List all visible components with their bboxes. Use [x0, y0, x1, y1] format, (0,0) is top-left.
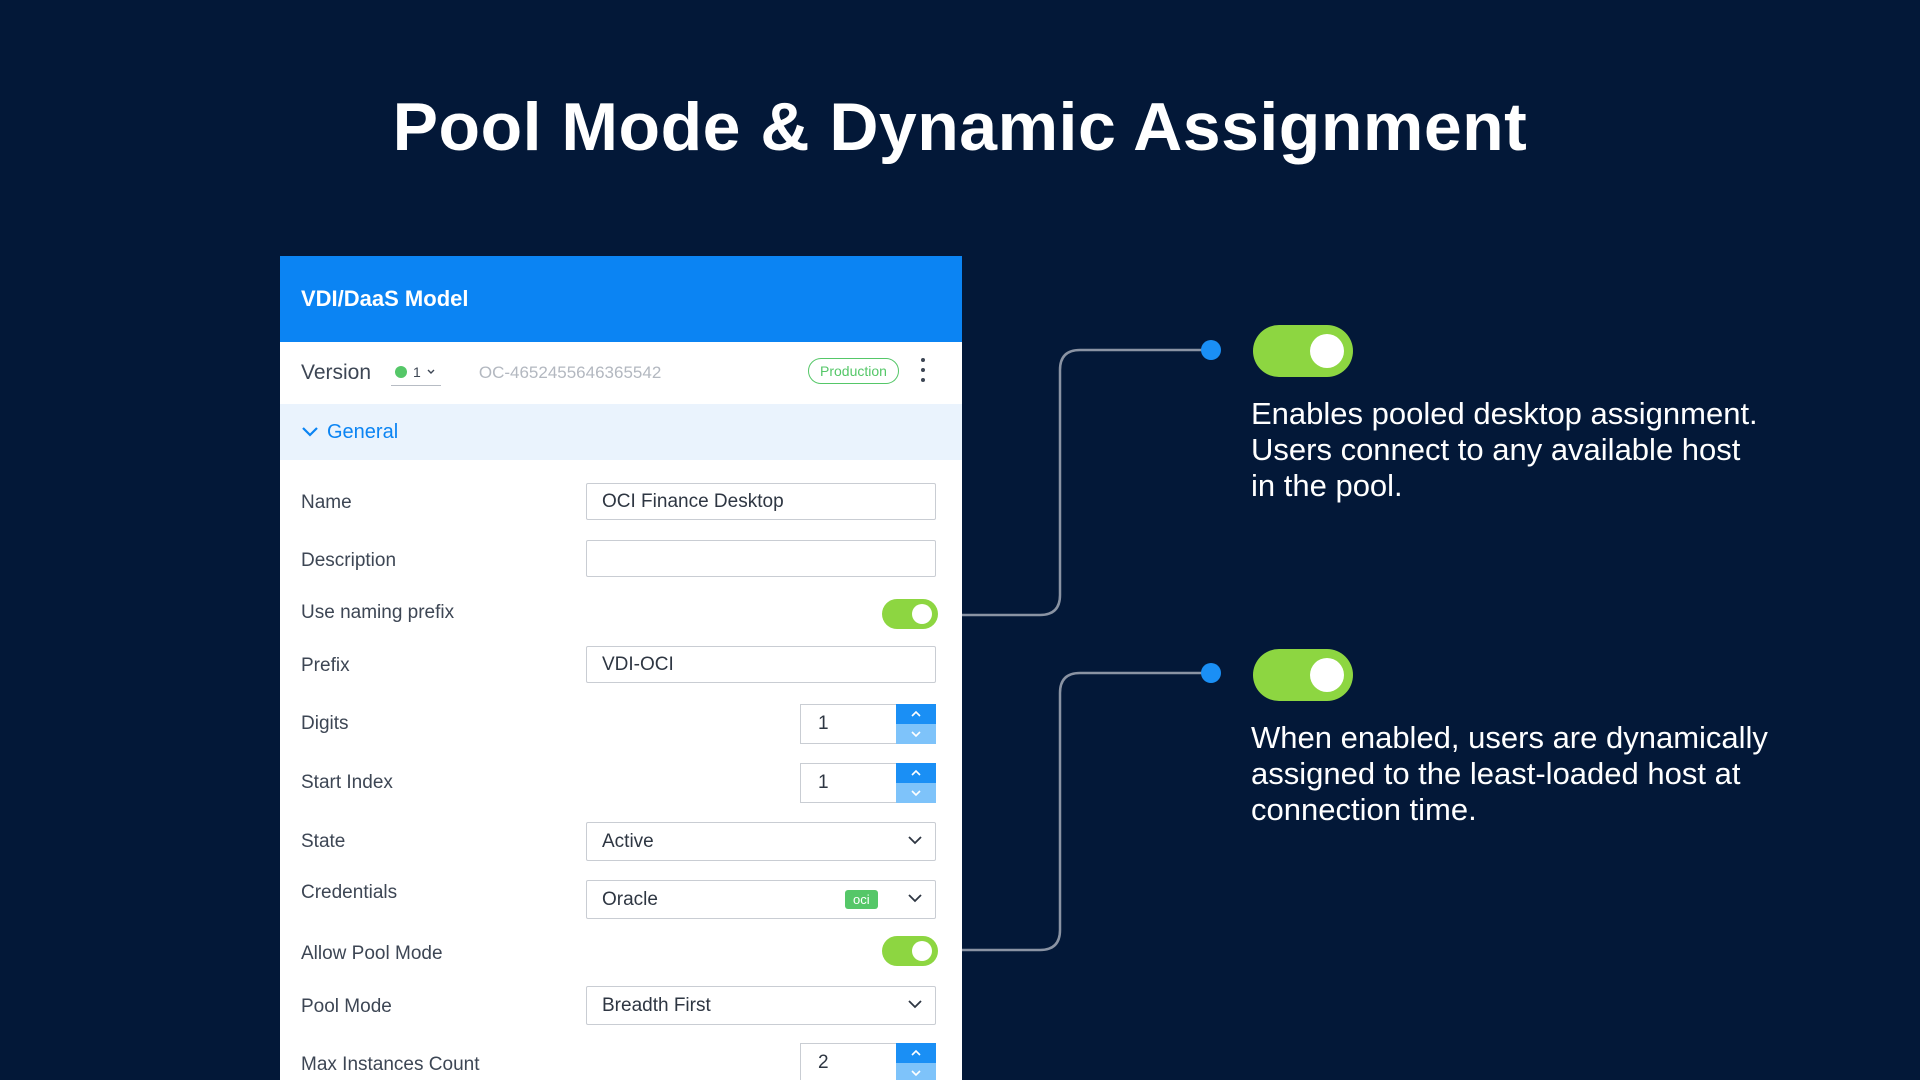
description-label: Description — [301, 550, 397, 571]
callout-text-pool-mode: Enables pooled desktop assignment. Users… — [1251, 396, 1758, 503]
connector-dot-1 — [1201, 340, 1221, 360]
pool-mode-value: Breadth First — [602, 994, 711, 1016]
chevron-down-icon — [911, 731, 921, 738]
max-instances-increment-button[interactable] — [896, 1043, 936, 1063]
chevron-down-icon — [427, 369, 435, 374]
use-naming-prefix-toggle[interactable] — [882, 599, 938, 629]
name-label: Name — [301, 492, 352, 513]
max-instances-decrement-button[interactable] — [896, 1063, 936, 1080]
connector-line-naming-prefix — [962, 348, 1210, 617]
pooled-assignment-toggle[interactable] — [1253, 325, 1353, 377]
toggle-knob — [912, 604, 932, 624]
start-index-label: Start Index — [301, 772, 393, 793]
version-row: Version 1 OC-4652455646365542 Production — [280, 342, 962, 404]
connector-line-pool-mode — [962, 671, 1210, 952]
version-label: Version — [301, 361, 372, 384]
section-general[interactable]: General — [280, 404, 962, 460]
chevron-down-icon — [908, 894, 922, 903]
prefix-label: Prefix — [301, 655, 350, 676]
credentials-label: Credentials — [301, 882, 398, 903]
credentials-value: Oracle — [602, 888, 658, 910]
digits-increment-button[interactable] — [896, 704, 936, 724]
chevron-down-icon — [911, 790, 921, 797]
credentials-select[interactable]: Oracle oci — [586, 880, 936, 919]
callout-text-dynamic-assignment: When enabled, users are dynamically assi… — [1251, 720, 1768, 827]
toggle-knob — [1310, 658, 1344, 692]
state-value: Active — [602, 830, 654, 852]
digits-label: Digits — [301, 713, 349, 734]
status-badge: Production — [808, 358, 899, 384]
dynamic-assignment-toggle[interactable] — [1253, 649, 1353, 701]
digits-value[interactable]: 1 — [800, 704, 896, 744]
digits-decrement-button[interactable] — [896, 724, 936, 744]
use-naming-prefix-label: Use naming prefix — [301, 602, 455, 623]
digits-stepper[interactable]: 1 — [800, 704, 936, 744]
state-label: State — [301, 831, 346, 852]
max-instances-stepper[interactable]: 2 — [800, 1043, 936, 1080]
status-dot-icon — [395, 365, 408, 378]
chevron-down-icon — [908, 1000, 922, 1009]
section-general-label: General — [327, 420, 399, 443]
state-select[interactable]: Active — [586, 822, 936, 861]
toggle-knob — [912, 941, 932, 961]
allow-pool-mode-toggle[interactable] — [882, 936, 938, 966]
chevron-up-icon — [911, 769, 921, 776]
start-index-decrement-button[interactable] — [896, 783, 936, 803]
pool-mode-select[interactable]: Breadth First — [586, 986, 936, 1025]
panel-header: VDI/DaaS Model — [280, 256, 962, 342]
vdi-daas-model-panel: VDI/DaaS Model Version 1 OC-465245564636… — [280, 256, 962, 1080]
description-input[interactable] — [586, 540, 936, 577]
start-index-value[interactable]: 1 — [800, 763, 896, 803]
prefix-input[interactable]: VDI-OCI — [586, 646, 936, 683]
chevron-down-icon — [302, 427, 318, 437]
chevron-down-icon — [908, 836, 922, 845]
more-options-icon[interactable] — [920, 358, 926, 382]
allow-pool-mode-label: Allow Pool Mode — [301, 943, 443, 964]
pool-mode-label: Pool Mode — [301, 996, 392, 1017]
version-value: 1 — [413, 363, 421, 380]
oci-tag: oci — [845, 890, 878, 909]
version-id: OC-4652455646365542 — [478, 363, 662, 382]
chevron-up-icon — [911, 1049, 921, 1056]
max-instances-label: Max Instances Count — [301, 1054, 480, 1075]
start-index-increment-button[interactable] — [896, 763, 936, 783]
connector-dot-2 — [1201, 663, 1221, 683]
chevron-up-icon — [911, 710, 921, 717]
max-instances-value[interactable]: 2 — [800, 1043, 896, 1080]
chevron-down-icon — [911, 1070, 921, 1077]
version-select[interactable]: 1 — [391, 361, 441, 386]
start-index-stepper[interactable]: 1 — [800, 763, 936, 803]
toggle-knob — [1310, 334, 1344, 368]
name-input[interactable]: OCI Finance Desktop — [586, 483, 936, 520]
